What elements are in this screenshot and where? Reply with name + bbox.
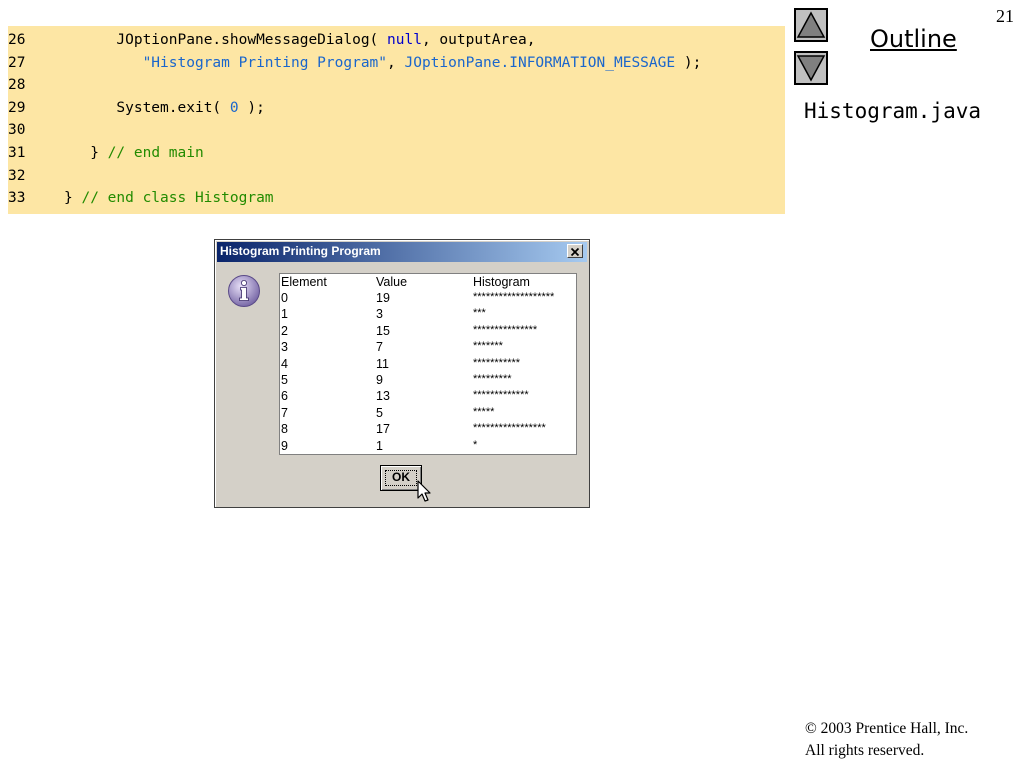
code-token: } [64, 190, 82, 207]
information-icon [228, 275, 260, 307]
code-token: } [90, 145, 108, 161]
code-text: JOptionPane.showMessageDialog( null, out… [64, 29, 535, 51]
value-cell: 3 [376, 307, 383, 322]
code-token: "Histogram Printing Program" [142, 54, 388, 71]
element-cell: 4 [281, 356, 288, 371]
value-cell: 17 [376, 422, 390, 437]
line-number: 26 [8, 32, 26, 48]
code-token: , [387, 54, 405, 71]
code-token: null [387, 32, 422, 48]
element-cell: 8 [281, 422, 288, 437]
line-number: 32 [8, 167, 26, 184]
histogram-bar: *** [473, 307, 486, 320]
code-panel: 26 JOptionPane.showMessageDialog( null, … [8, 26, 785, 214]
next-slide-button[interactable] [794, 51, 828, 85]
code-text: } // end main [64, 142, 204, 164]
down-triangle-icon [796, 55, 826, 82]
code-text: "Histogram Printing Program", JOptionPan… [64, 52, 702, 74]
mouse-pointer-icon [417, 480, 431, 502]
histogram-header: Histogram [473, 275, 530, 289]
element-cell: 6 [281, 389, 288, 404]
code-token: // end main [107, 145, 204, 161]
code-token: , outputArea, [421, 32, 536, 48]
value-cell: 1 [376, 438, 383, 453]
rights-line: All rights reserved. [805, 742, 925, 759]
line-number: 28 [8, 77, 26, 94]
histogram-bar: ***** [473, 405, 495, 418]
line-number: 33 [8, 190, 26, 207]
output-text-area[interactable]: Element Value Histogram 0 19 *************… [279, 273, 577, 455]
ok-button-label: OK [392, 470, 410, 484]
message-dialog: Histogram Printing Program Element Value… [214, 239, 590, 508]
dialog-titlebar[interactable]: Histogram Printing Program [217, 242, 587, 262]
element-cell: 1 [281, 307, 288, 322]
histogram-bar: ************* [473, 389, 529, 402]
value-cell: 7 [376, 340, 383, 355]
value-cell: 9 [376, 373, 383, 387]
histogram-bar: *********** [473, 356, 521, 369]
value-cell: 5 [376, 405, 383, 420]
element-cell: 0 [281, 291, 288, 305]
line-number: 27 [8, 54, 26, 71]
value-cell: 13 [376, 389, 390, 404]
close-icon [570, 247, 580, 257]
element-cell: 9 [281, 438, 288, 453]
value-header: Value [376, 275, 408, 289]
histogram-bar: ********* [473, 373, 512, 385]
copyright: © 2003 Prentice Hall, Inc. All rights re… [805, 718, 968, 762]
element-header: Element [281, 275, 327, 289]
code-token: 0 [229, 99, 239, 116]
line-number: 30 [8, 122, 26, 139]
element-cell: 2 [281, 323, 288, 338]
line-number: 31 [8, 145, 26, 161]
ok-button[interactable]: OK [380, 465, 422, 491]
histogram-bar: * [473, 438, 478, 451]
code-text: System.exit( 0 ); [64, 97, 265, 119]
histogram-bar: ******* [473, 340, 503, 353]
previous-slide-button[interactable] [794, 8, 828, 42]
element-cell: 7 [281, 405, 288, 420]
element-cell: 3 [281, 340, 288, 355]
copyright-line: © 2003 Prentice Hall, Inc. [805, 720, 969, 737]
code-token: JOptionPane.showMessageDialog( [116, 32, 388, 48]
code-token: ); [238, 99, 265, 116]
outline-link[interactable]: Outline [870, 25, 957, 53]
file-name: Histogram.java [804, 99, 982, 123]
page-number: 21 [996, 6, 1014, 26]
code-token: JOptionPane.INFORMATION_MESSAGE [404, 54, 676, 71]
code-token: // end class Histogram [81, 190, 274, 207]
value-cell: 11 [376, 356, 389, 371]
up-triangle-icon [796, 11, 826, 38]
dialog-close-button[interactable] [567, 244, 583, 258]
line-number: 29 [8, 99, 26, 116]
histogram-bar: *************** [473, 323, 538, 336]
histogram-bar: ***************** [473, 422, 546, 435]
code-text: } // end class Histogram [64, 187, 274, 209]
code-token: ); [675, 54, 702, 71]
value-cell: 15 [376, 323, 390, 338]
histogram-bar: ******************* [473, 291, 555, 303]
dialog-title: Histogram Printing Program [220, 244, 381, 258]
code-token: System.exit( [116, 99, 230, 116]
value-cell: 19 [376, 291, 390, 305]
element-cell: 5 [281, 373, 288, 387]
